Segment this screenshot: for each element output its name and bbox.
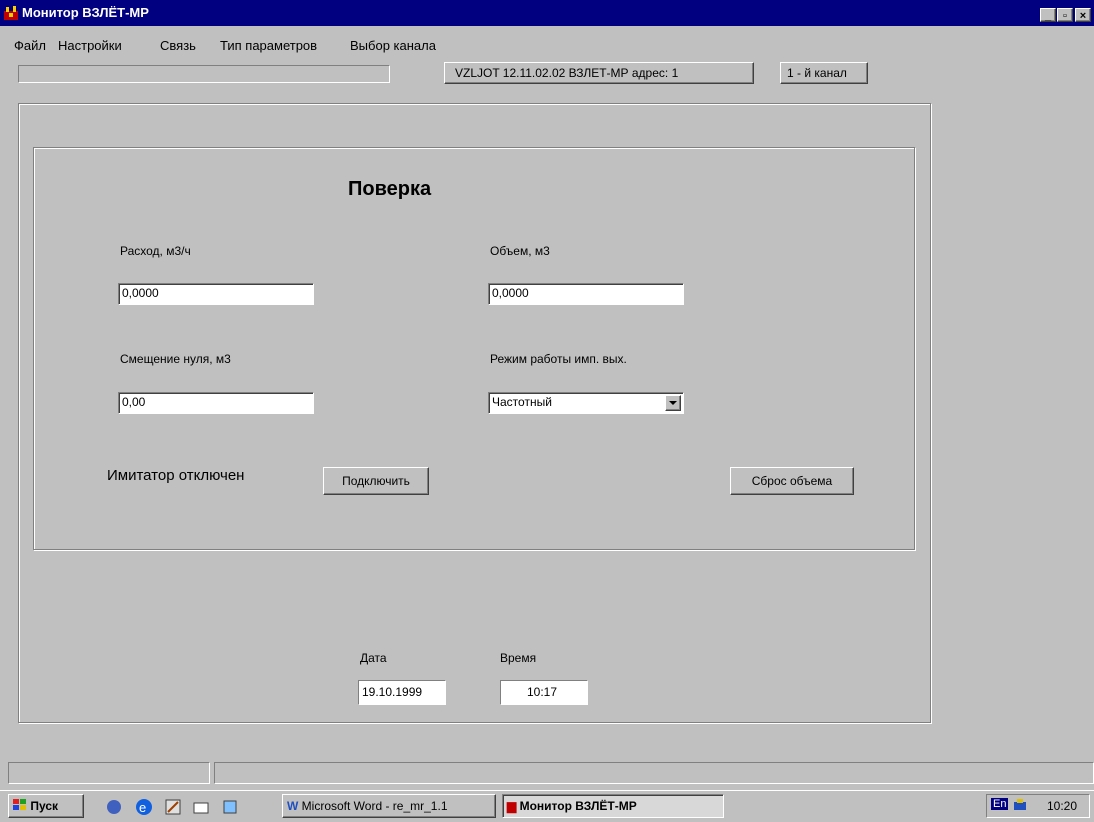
task-monitor-label: Монитор ВЗЛЁТ-МР (519, 799, 637, 813)
task-monitor[interactable]: ▆ Монитор ВЗЛЁТ-МР (502, 794, 724, 818)
maximize-button[interactable]: ▫ (1057, 8, 1073, 22)
window-title: Монитор ВЗЛЁТ-МР (22, 5, 149, 20)
progress-field (18, 65, 390, 83)
menu-parameter-type[interactable]: Тип параметров (220, 38, 317, 53)
reset-volume-button[interactable]: Сброс объема (730, 467, 854, 495)
start-label: Пуск (30, 799, 59, 813)
zero-offset-field[interactable]: 0,00 (118, 392, 314, 414)
flow-field[interactable]: 0,0000 (118, 283, 314, 305)
task-word[interactable]: W Microsoft Word - re_mr_1.1 (282, 794, 496, 818)
date-label: Дата (360, 651, 387, 665)
start-button[interactable]: Пуск (8, 794, 84, 818)
date-field[interactable]: 19.10.1999 (358, 680, 446, 705)
pulse-mode-label: Режим работы имп. вых. (490, 352, 627, 366)
menu-file[interactable]: Файл (14, 38, 46, 53)
app-icon (3, 5, 19, 21)
simulator-status: Имитатор отключен (107, 467, 245, 484)
app-icon: ▆ (507, 799, 517, 813)
title-bar[interactable]: Монитор ВЗЛЁТ-МР _ ▫ × (0, 0, 1094, 26)
volume-icon[interactable] (1013, 798, 1027, 815)
task-word-label: Microsoft Word - re_mr_1.1 (301, 799, 448, 813)
taskbar: Пуск e W Microsoft Word - re_mr_1.1 ▆ Мо… (0, 790, 1094, 822)
page-title: Поверка (348, 178, 432, 200)
time-label: Время (500, 651, 537, 665)
channel-indicator: 1 - й канал (780, 62, 868, 84)
start-windows-icon (13, 799, 27, 813)
menu-bar: Файл Настройки Связь Тип параметров Выбо… (0, 38, 700, 58)
volume-field[interactable]: 0,0000 (488, 283, 684, 305)
quicklaunch-icons[interactable]: e (104, 797, 262, 817)
volume-label: Объем, м3 (490, 244, 550, 258)
status-bar-pane-2 (214, 762, 1094, 784)
dropdown-arrow-icon[interactable] (665, 395, 681, 411)
lang-indicator[interactable]: En (991, 798, 1009, 810)
menu-settings[interactable]: Настройки (58, 38, 122, 53)
tray-clock: 10:20 (1047, 799, 1078, 813)
menu-channel-select[interactable]: Выбор канала (350, 38, 436, 53)
close-button[interactable]: × (1075, 8, 1091, 22)
device-info: VZLJOT 12.11.02.02 ВЗЛЕТ-МР адрес: 1 (444, 62, 754, 84)
time-field[interactable]: 10:17 (500, 680, 588, 705)
menu-connection[interactable]: Связь (160, 38, 196, 53)
minimize-button[interactable]: _ (1040, 8, 1056, 22)
connect-button[interactable]: Подключить (323, 467, 429, 495)
pulse-mode-select[interactable]: Частотный (488, 392, 684, 414)
flow-label: Расход, м3/ч (120, 244, 191, 258)
status-bar-pane-1 (8, 762, 210, 784)
word-icon: W (287, 799, 299, 813)
zero-offset-label: Смещение нуля, м3 (120, 352, 231, 366)
system-tray: En 10:20 (986, 794, 1090, 818)
pulse-mode-value: Частотный (492, 395, 552, 409)
svg-text:e: e (139, 800, 146, 815)
